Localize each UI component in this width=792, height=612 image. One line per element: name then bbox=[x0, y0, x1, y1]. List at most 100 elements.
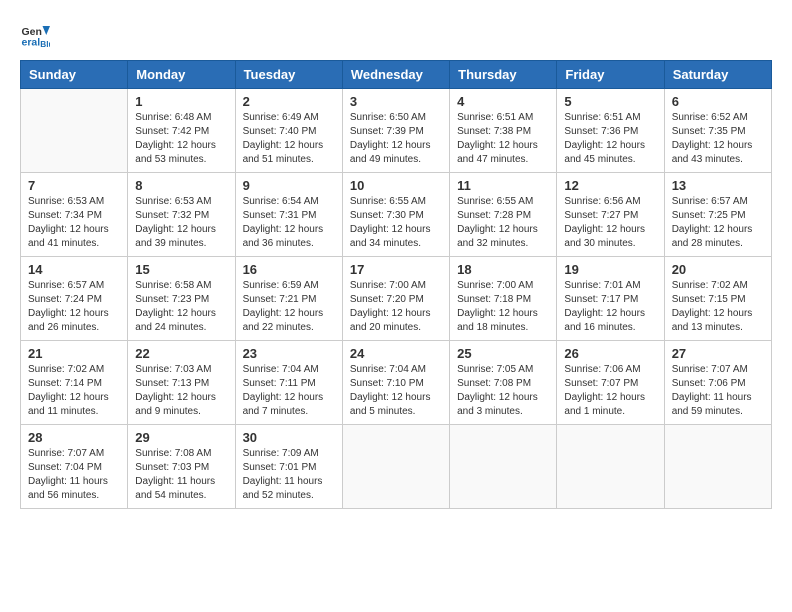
day-info: Sunrise: 6:55 AM Sunset: 7:30 PM Dayligh… bbox=[350, 195, 442, 251]
day-cell bbox=[664, 425, 771, 509]
day-cell: 11Sunrise: 6:55 AM Sunset: 7:28 PM Dayli… bbox=[450, 173, 557, 257]
day-info: Sunrise: 7:07 AM Sunset: 7:04 PM Dayligh… bbox=[28, 447, 120, 503]
day-number: 2 bbox=[243, 94, 335, 109]
week-row-4: 21 Sunrise: 7:02 AM Sunset: 7:14 PM Dayli… bbox=[21, 341, 772, 425]
column-header-wednesday: Wednesday bbox=[342, 61, 449, 89]
day-cell: 25 Sunrise: 7:05 AM Sunset: 7:08 PM Dayli… bbox=[450, 341, 557, 425]
day-number: 20 bbox=[672, 262, 764, 277]
day-cell: 30Sunrise: 7:09 AM Sunset: 7:01 PM Dayli… bbox=[235, 425, 342, 509]
column-header-saturday: Saturday bbox=[664, 61, 771, 89]
day-cell: 19 Sunrise: 7:01 AM Sunset: 7:17 PM Dayli… bbox=[557, 257, 664, 341]
column-header-monday: Monday bbox=[128, 61, 235, 89]
day-number: 24 bbox=[350, 346, 442, 361]
day-number: 25 bbox=[457, 346, 549, 361]
day-info: Sunrise: 6:59 AM Sunset: 7:21 PM Dayligh… bbox=[243, 279, 335, 335]
day-info: Sunrise: 6:56 AM Sunset: 7:27 PM Dayligh… bbox=[564, 195, 656, 251]
day-number: 13 bbox=[672, 178, 764, 193]
day-info: Sunrise: 6:49 AM Sunset: 7:40 PM Dayligh… bbox=[243, 111, 335, 167]
day-number: 30 bbox=[243, 430, 335, 445]
column-header-thursday: Thursday bbox=[450, 61, 557, 89]
day-number: 18 bbox=[457, 262, 549, 277]
day-info: Sunrise: 6:54 AM Sunset: 7:31 PM Dayligh… bbox=[243, 195, 335, 251]
column-header-sunday: Sunday bbox=[21, 61, 128, 89]
day-info: Sunrise: 6:53 AM Sunset: 7:34 PM Dayligh… bbox=[28, 195, 120, 251]
week-row-2: 7Sunrise: 6:53 AM Sunset: 7:34 PM Daylig… bbox=[21, 173, 772, 257]
calendar-body: 1 Sunrise: 6:48 AM Sunset: 7:42 PM Daylig… bbox=[21, 89, 772, 509]
day-cell: 17 Sunrise: 7:00 AM Sunset: 7:20 PM Dayli… bbox=[342, 257, 449, 341]
day-cell: 7Sunrise: 6:53 AM Sunset: 7:34 PM Daylig… bbox=[21, 173, 128, 257]
day-cell: 4Sunrise: 6:51 AM Sunset: 7:38 PM Daylig… bbox=[450, 89, 557, 173]
day-number: 19 bbox=[564, 262, 656, 277]
day-number: 5 bbox=[564, 94, 656, 109]
day-cell: 2 Sunrise: 6:49 AM Sunset: 7:40 PM Daylig… bbox=[235, 89, 342, 173]
day-cell: 26Sunrise: 7:06 AM Sunset: 7:07 PM Dayli… bbox=[557, 341, 664, 425]
day-info: Sunrise: 7:04 AM Sunset: 7:10 PM Dayligh… bbox=[350, 363, 442, 419]
logo-icon: Gen eral Blue bbox=[20, 20, 50, 50]
header-row: SundayMondayTuesdayWednesdayThursdayFrid… bbox=[21, 61, 772, 89]
day-cell: 24 Sunrise: 7:04 AM Sunset: 7:10 PM Dayli… bbox=[342, 341, 449, 425]
day-info: Sunrise: 7:00 AM Sunset: 7:18 PM Dayligh… bbox=[457, 279, 549, 335]
week-row-5: 28 Sunrise: 7:07 AM Sunset: 7:04 PM Dayli… bbox=[21, 425, 772, 509]
svg-text:eral: eral bbox=[22, 37, 41, 49]
day-info: Sunrise: 6:51 AM Sunset: 7:36 PM Dayligh… bbox=[564, 111, 656, 167]
page-header: Gen eral Blue bbox=[20, 20, 772, 50]
calendar-header: SundayMondayTuesdayWednesdayThursdayFrid… bbox=[21, 61, 772, 89]
day-cell: 9 Sunrise: 6:54 AM Sunset: 7:31 PM Daylig… bbox=[235, 173, 342, 257]
day-cell bbox=[342, 425, 449, 509]
day-cell: 18 Sunrise: 7:00 AM Sunset: 7:18 PM Dayli… bbox=[450, 257, 557, 341]
day-number: 12 bbox=[564, 178, 656, 193]
day-number: 21 bbox=[28, 346, 120, 361]
day-cell: 16 Sunrise: 6:59 AM Sunset: 7:21 PM Dayli… bbox=[235, 257, 342, 341]
day-number: 22 bbox=[135, 346, 227, 361]
day-cell: 12 Sunrise: 6:56 AM Sunset: 7:27 PM Dayli… bbox=[557, 173, 664, 257]
day-info: Sunrise: 6:58 AM Sunset: 7:23 PM Dayligh… bbox=[135, 279, 227, 335]
day-number: 1 bbox=[135, 94, 227, 109]
day-number: 3 bbox=[350, 94, 442, 109]
svg-text:Blue: Blue bbox=[40, 40, 50, 49]
day-cell: 8Sunrise: 6:53 AM Sunset: 7:32 PM Daylig… bbox=[128, 173, 235, 257]
calendar-table: SundayMondayTuesdayWednesdayThursdayFrid… bbox=[20, 60, 772, 509]
day-cell: 14 Sunrise: 6:57 AM Sunset: 7:24 PM Dayli… bbox=[21, 257, 128, 341]
day-cell bbox=[21, 89, 128, 173]
week-row-3: 14 Sunrise: 6:57 AM Sunset: 7:24 PM Dayli… bbox=[21, 257, 772, 341]
day-cell bbox=[450, 425, 557, 509]
day-cell: 10 Sunrise: 6:55 AM Sunset: 7:30 PM Dayli… bbox=[342, 173, 449, 257]
day-cell: 21 Sunrise: 7:02 AM Sunset: 7:14 PM Dayli… bbox=[21, 341, 128, 425]
day-cell: 6Sunrise: 6:52 AM Sunset: 7:35 PM Daylig… bbox=[664, 89, 771, 173]
day-info: Sunrise: 7:06 AM Sunset: 7:07 PM Dayligh… bbox=[564, 363, 656, 419]
day-cell: 5 Sunrise: 6:51 AM Sunset: 7:36 PM Daylig… bbox=[557, 89, 664, 173]
day-cell: 29 Sunrise: 7:08 AM Sunset: 7:03 PM Dayli… bbox=[128, 425, 235, 509]
day-cell bbox=[557, 425, 664, 509]
day-cell: 3Sunrise: 6:50 AM Sunset: 7:39 PM Daylig… bbox=[342, 89, 449, 173]
day-info: Sunrise: 6:53 AM Sunset: 7:32 PM Dayligh… bbox=[135, 195, 227, 251]
day-cell: 15 Sunrise: 6:58 AM Sunset: 7:23 PM Dayli… bbox=[128, 257, 235, 341]
logo: Gen eral Blue bbox=[20, 20, 54, 50]
day-number: 4 bbox=[457, 94, 549, 109]
day-number: 17 bbox=[350, 262, 442, 277]
day-number: 27 bbox=[672, 346, 764, 361]
day-number: 28 bbox=[28, 430, 120, 445]
day-info: Sunrise: 6:57 AM Sunset: 7:24 PM Dayligh… bbox=[28, 279, 120, 335]
day-number: 15 bbox=[135, 262, 227, 277]
day-info: Sunrise: 7:01 AM Sunset: 7:17 PM Dayligh… bbox=[564, 279, 656, 335]
day-number: 6 bbox=[672, 94, 764, 109]
day-info: Sunrise: 7:04 AM Sunset: 7:11 PM Dayligh… bbox=[243, 363, 335, 419]
day-info: Sunrise: 7:02 AM Sunset: 7:14 PM Dayligh… bbox=[28, 363, 120, 419]
day-number: 9 bbox=[243, 178, 335, 193]
day-cell: 20Sunrise: 7:02 AM Sunset: 7:15 PM Dayli… bbox=[664, 257, 771, 341]
day-info: Sunrise: 7:05 AM Sunset: 7:08 PM Dayligh… bbox=[457, 363, 549, 419]
column-header-tuesday: Tuesday bbox=[235, 61, 342, 89]
day-info: Sunrise: 7:03 AM Sunset: 7:13 PM Dayligh… bbox=[135, 363, 227, 419]
day-info: Sunrise: 6:48 AM Sunset: 7:42 PM Dayligh… bbox=[135, 111, 227, 167]
day-number: 14 bbox=[28, 262, 120, 277]
day-cell: 23Sunrise: 7:04 AM Sunset: 7:11 PM Dayli… bbox=[235, 341, 342, 425]
day-info: Sunrise: 7:08 AM Sunset: 7:03 PM Dayligh… bbox=[135, 447, 227, 503]
day-cell: 27 Sunrise: 7:07 AM Sunset: 7:06 PM Dayli… bbox=[664, 341, 771, 425]
day-cell: 28 Sunrise: 7:07 AM Sunset: 7:04 PM Dayli… bbox=[21, 425, 128, 509]
day-number: 16 bbox=[243, 262, 335, 277]
day-cell: 13Sunrise: 6:57 AM Sunset: 7:25 PM Dayli… bbox=[664, 173, 771, 257]
day-number: 29 bbox=[135, 430, 227, 445]
day-number: 10 bbox=[350, 178, 442, 193]
day-info: Sunrise: 7:00 AM Sunset: 7:20 PM Dayligh… bbox=[350, 279, 442, 335]
day-info: Sunrise: 7:07 AM Sunset: 7:06 PM Dayligh… bbox=[672, 363, 764, 419]
